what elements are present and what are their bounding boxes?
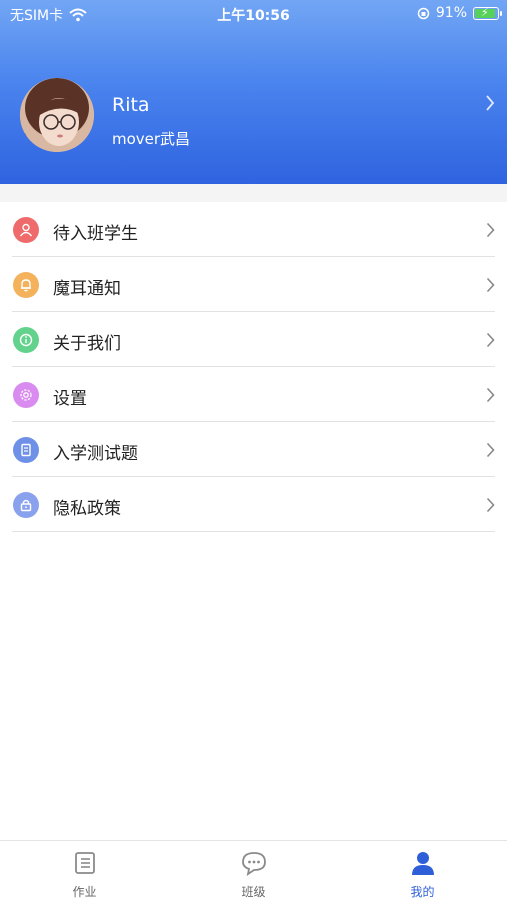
chevron-right-icon (486, 277, 495, 293)
status-bar: 无SIM卡 上午10:56 91% ⚡ (0, 0, 507, 28)
profile-subtitle: mover武昌 (112, 130, 191, 148)
info-icon (13, 327, 39, 353)
menu-item-entrance-test[interactable]: 入学测试题 (0, 422, 507, 477)
lock-icon (13, 492, 39, 518)
settings-menu: 待入班学生 魔耳通知 关于我们 设置 入学测试题 隐私政策 (0, 202, 507, 532)
menu-item-privacy-policy[interactable]: 隐私政策 (0, 477, 507, 532)
tab-class[interactable]: 班级 (169, 841, 338, 900)
profile-icon (412, 852, 434, 875)
menu-label: 魔耳通知 (53, 279, 121, 299)
menu-item-pending-students[interactable]: 待入班学生 (0, 202, 507, 257)
tab-label: 作业 (72, 885, 97, 899)
tab-label: 班级 (241, 885, 266, 899)
chevron-right-icon (486, 95, 495, 111)
chevron-right-icon (486, 332, 495, 348)
battery-icon: ⚡ (473, 6, 502, 20)
homework-icon (75, 852, 95, 874)
menu-item-about-us[interactable]: 关于我们 (0, 312, 507, 367)
profile-name: Rita (112, 94, 150, 116)
chevron-right-icon (486, 497, 495, 513)
chevron-right-icon (486, 442, 495, 458)
document-icon (13, 437, 39, 463)
person-icon (13, 217, 39, 243)
tab-homework[interactable]: 作业 (0, 841, 169, 900)
menu-label: 隐私政策 (53, 499, 121, 519)
gear-icon (13, 382, 39, 408)
avatar (20, 78, 94, 152)
chevron-right-icon (486, 387, 495, 403)
battery-percent: 91% (435, 5, 467, 21)
menu-item-settings[interactable]: 设置 (0, 367, 507, 422)
menu-item-notifications[interactable]: 魔耳通知 (0, 257, 507, 312)
profile-row[interactable]: Rita mover武昌 (0, 70, 507, 158)
chat-icon (242, 852, 266, 876)
battery-group: 91% ⚡ (417, 5, 502, 21)
menu-label: 设置 (53, 389, 87, 409)
orientation-lock-icon (417, 7, 430, 19)
tab-mine[interactable]: 我的 (338, 841, 507, 900)
menu-label: 待入班学生 (53, 224, 138, 244)
menu-label: 关于我们 (53, 334, 121, 354)
bell-icon (13, 272, 39, 298)
profile-header: 无SIM卡 上午10:56 91% ⚡ Rita mover武昌 (0, 0, 507, 184)
menu-label: 入学测试题 (53, 444, 138, 464)
tab-bar: 作业 班级 我的 (0, 840, 507, 900)
chevron-right-icon (486, 222, 495, 238)
section-gap (0, 184, 507, 202)
tab-label: 我的 (410, 885, 435, 899)
